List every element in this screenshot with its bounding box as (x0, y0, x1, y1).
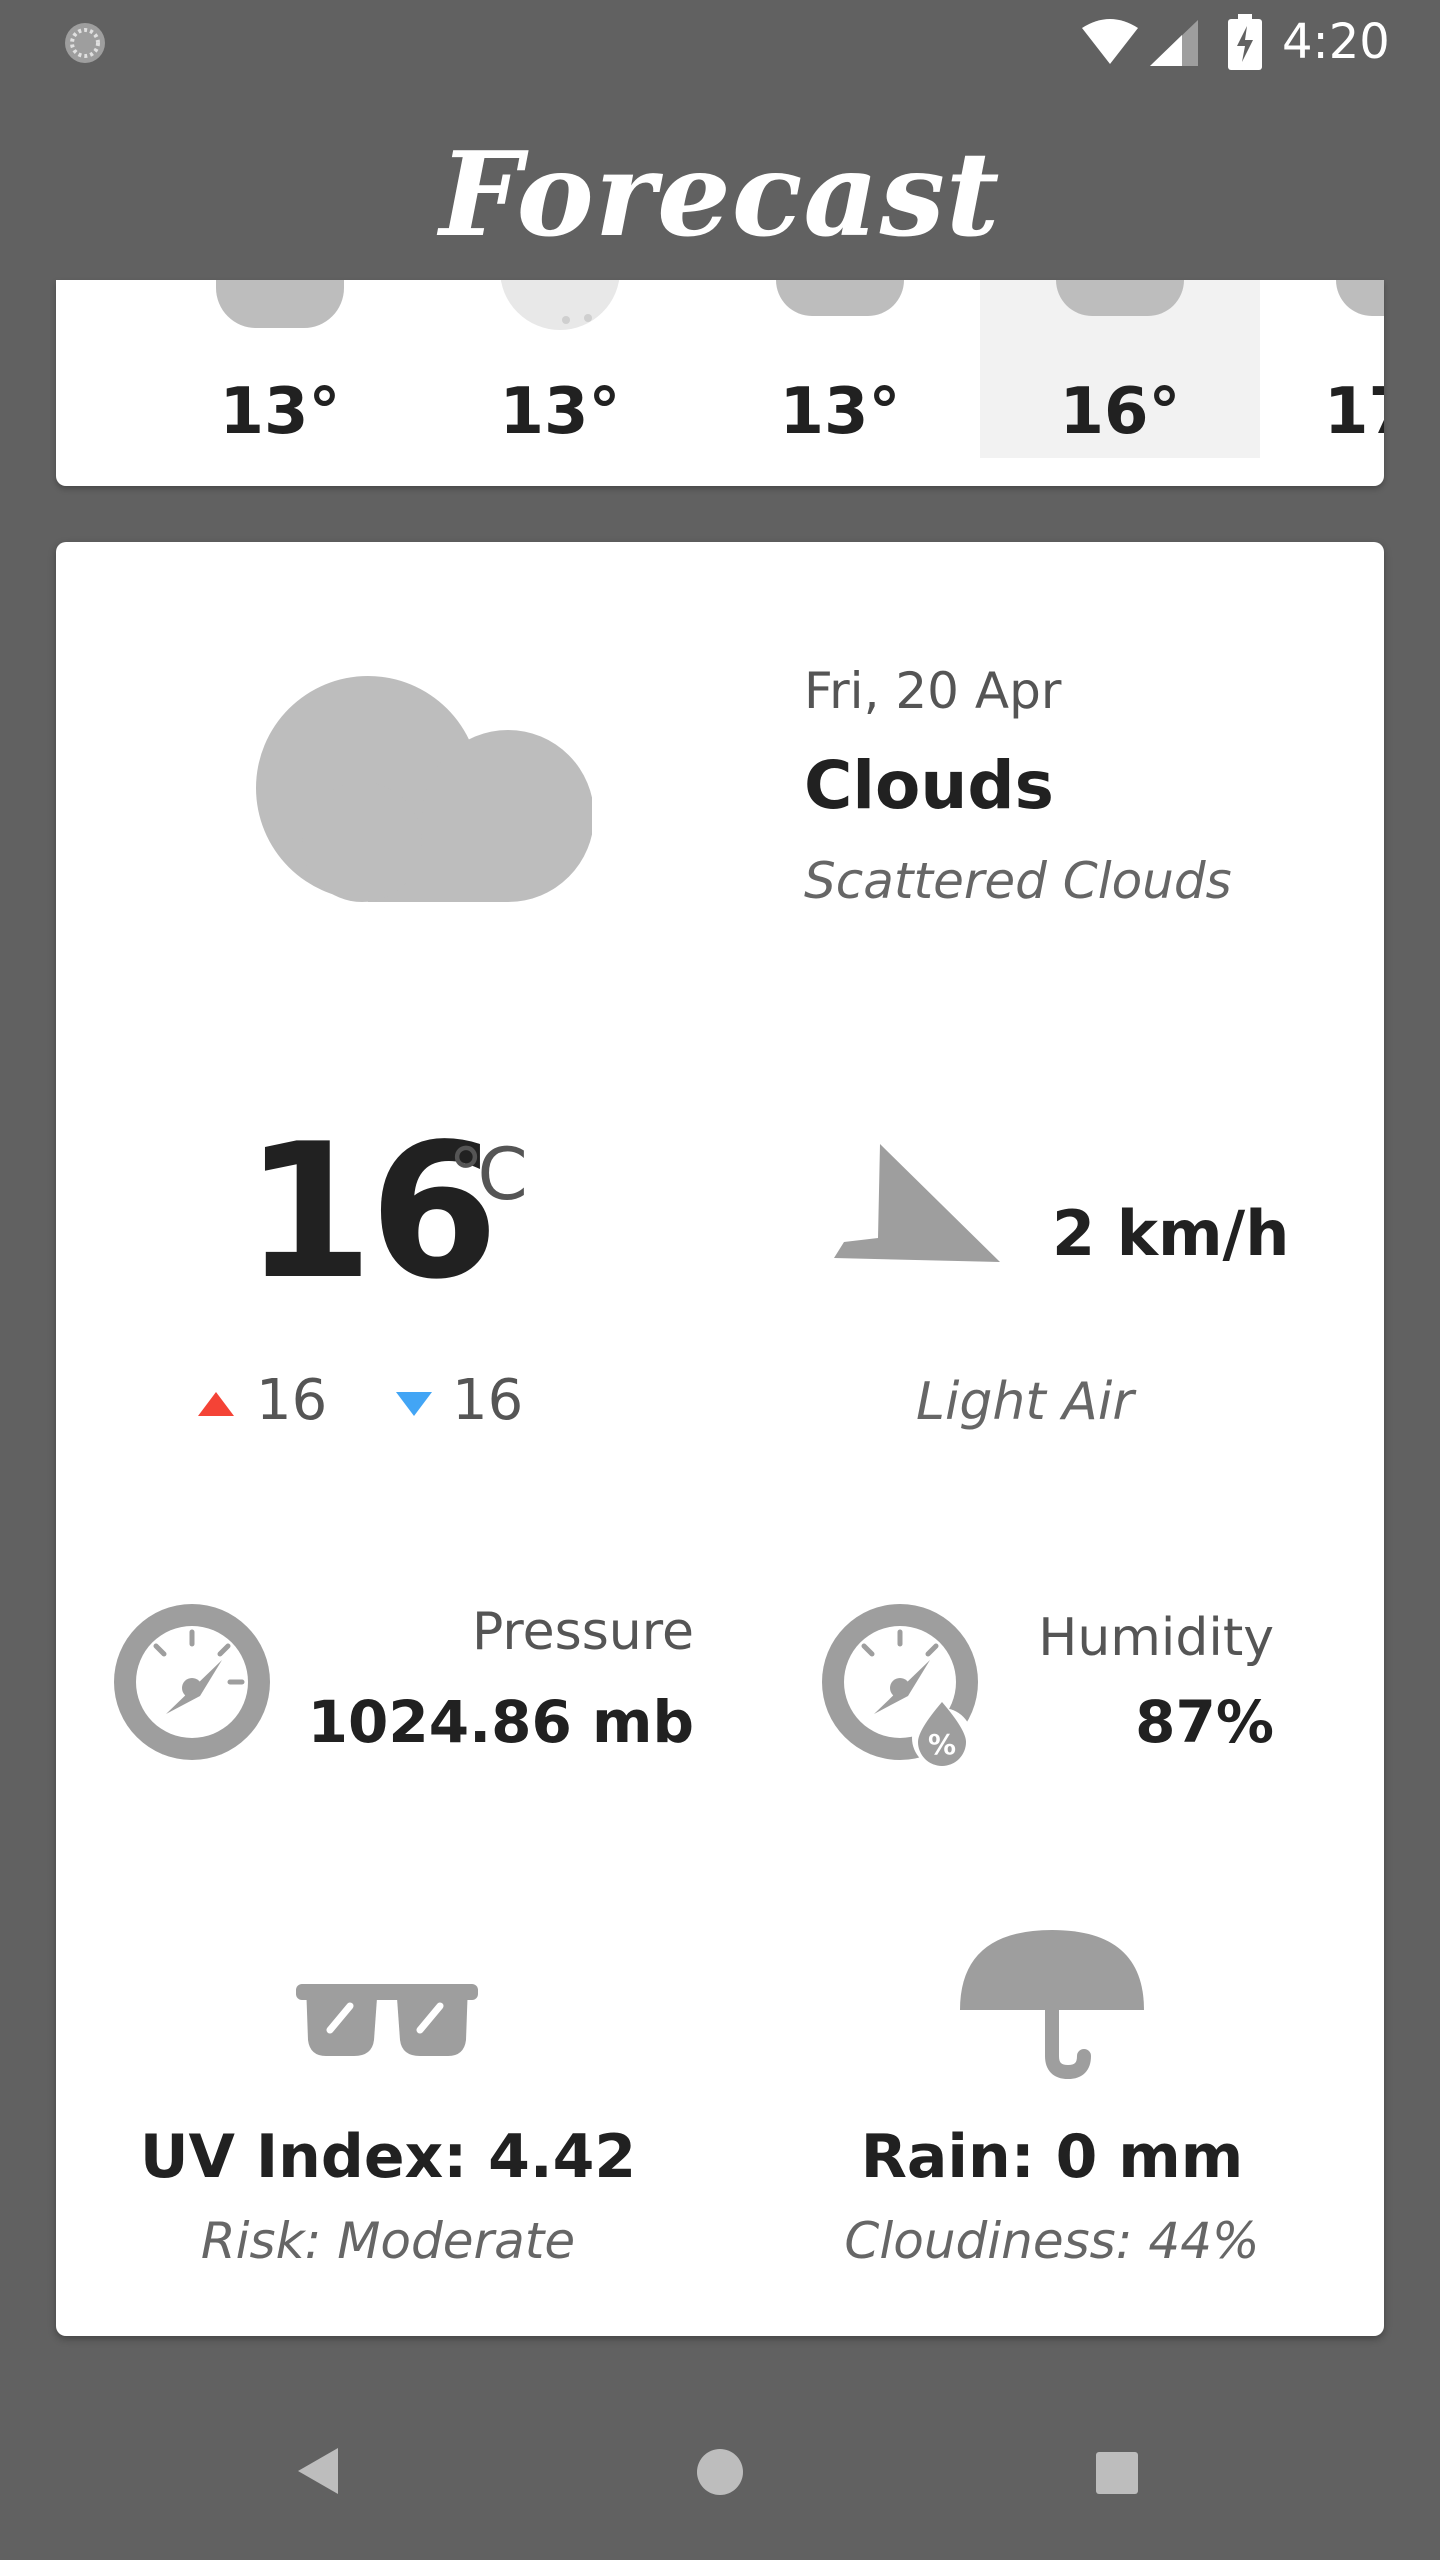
rain-value: Rain: 0 mm (860, 2122, 1244, 2192)
sync-icon (65, 23, 105, 63)
cloud-icon (216, 280, 344, 328)
hourly-item[interactable]: 17 (1260, 280, 1384, 458)
umbrella-icon (960, 1930, 1144, 2080)
sunglasses-icon (296, 1984, 478, 2056)
humidity-gauge-icon: % (822, 1604, 978, 1768)
wifi-icon (1082, 19, 1138, 64)
humidity-value: 87% (1135, 1688, 1274, 1756)
wind-direction-icon (834, 1144, 1000, 1262)
current-weather-card: Fri, 20 Apr Clouds Scattered Clouds 16 ℃… (56, 542, 1384, 2336)
status-bar: 4:20 (0, 0, 1440, 84)
temperature-unit: ℃ (448, 1132, 529, 1216)
forecast-date: Fri, 20 Apr (804, 662, 1062, 720)
hourly-temp: 13° (779, 375, 901, 449)
home-icon[interactable] (696, 2448, 744, 2496)
hourly-item[interactable]: 13° (140, 280, 420, 458)
wind-description: Light Air (916, 1372, 1134, 1432)
temperature-min: 16 (452, 1368, 524, 1433)
cloud-icon (1056, 280, 1184, 316)
arrow-up-icon (198, 1392, 234, 1416)
signal-icon (1150, 20, 1198, 66)
pressure-gauge-icon (114, 1604, 270, 1760)
uv-index-value: UV Index: 4.42 (139, 2122, 637, 2192)
cloud-light-icon (500, 280, 620, 330)
status-time: 4:20 (1282, 14, 1390, 70)
hourly-temp: 17 (1324, 375, 1384, 449)
hourly-item[interactable]: 13° (700, 280, 980, 458)
hourly-temp: 16° (1059, 375, 1181, 449)
weather-description: Scattered Clouds (804, 852, 1232, 910)
back-icon[interactable] (296, 2446, 340, 2496)
cloud-icon (1336, 280, 1384, 316)
hourly-forecast-strip[interactable]: 13° 13° 13° 16° 17 (56, 280, 1384, 486)
hourly-temp: 13° (499, 375, 621, 449)
recents-icon[interactable] (1096, 2452, 1138, 2494)
app-title: Forecast (439, 127, 1001, 263)
pressure-value: 1024.86 mb (307, 1688, 694, 1756)
battery-charging-icon (1228, 14, 1262, 70)
uv-risk: Risk: Moderate (200, 2212, 576, 2270)
humidity-label: Humidity (1038, 1608, 1274, 1668)
temperature-max: 16 (256, 1368, 328, 1433)
hourly-temp: 13° (219, 375, 341, 449)
hourly-item-selected[interactable]: 16° (980, 280, 1260, 458)
arrow-down-icon (396, 1392, 432, 1416)
hourly-item[interactable]: 13° (420, 280, 700, 458)
svg-text:%: % (928, 1728, 956, 1761)
pressure-label: Pressure (471, 1602, 694, 1662)
cloud-icon (256, 676, 592, 902)
cloudiness-value: Cloudiness: 44% (844, 2212, 1260, 2270)
cloud-icon (776, 280, 904, 316)
weather-condition: Clouds (804, 747, 1054, 824)
wind-speed: 2 km/h (1052, 1197, 1290, 1270)
